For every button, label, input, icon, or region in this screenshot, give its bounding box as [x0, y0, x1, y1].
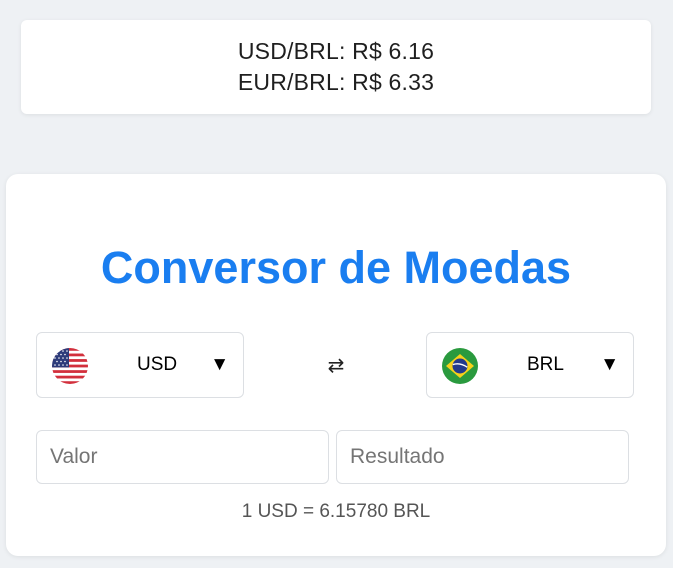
exchange-rates-panel: USD/BRL: R$ 6.16 EUR/BRL: R$ 6.33: [21, 20, 651, 114]
page-title: Conversor de Moedas: [100, 242, 572, 293]
to-currency-select[interactable]: BRL ▼: [426, 332, 634, 398]
brazil-flag-icon: [442, 348, 478, 384]
eur-brl-rate: EUR/BRL: R$ 6.33: [237, 69, 435, 95]
to-currency-code: BRL: [527, 354, 564, 375]
usd-brl-rate: USD/BRL: R$ 6.16: [237, 38, 435, 64]
from-currency-select[interactable]: USD ▼: [36, 332, 244, 398]
chevron-down-icon: ▼: [210, 354, 229, 375]
chevron-down-icon: ▼: [600, 354, 619, 375]
from-currency-code: USD: [137, 354, 178, 375]
value-input[interactable]: [36, 430, 329, 484]
converter-card: Conversor de Moedas USD ▼ ⇄ BRL ▼ Valor …: [6, 174, 666, 556]
us-flag-icon: [52, 348, 88, 384]
swap-currencies-button[interactable]: ⇄: [320, 351, 352, 381]
conversion-rate-info: 1 USD = 6.15780 BRL: [241, 501, 431, 522]
result-field[interactable]: [336, 430, 629, 484]
